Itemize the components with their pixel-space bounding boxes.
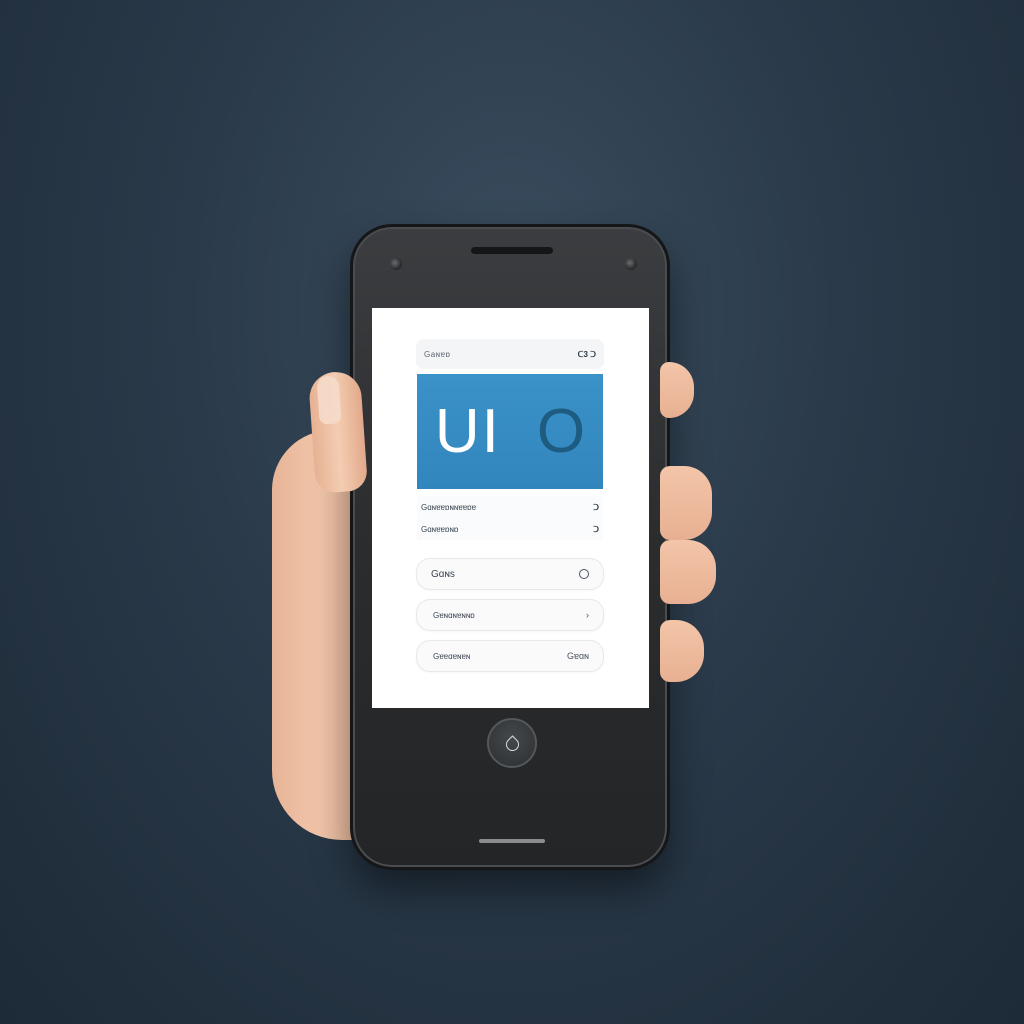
hero-banner[interactable]: UI O <box>417 374 603 489</box>
hand-finger <box>660 466 712 540</box>
status-bar-indicators: ᑕ3 ᑐ <box>577 349 596 359</box>
list-item-label: Gɐɴɑɴɐɴɴɒ <box>433 610 475 620</box>
list-item-label: Gɑɴs <box>431 568 455 580</box>
speaker-grille <box>471 247 553 254</box>
status-bar-title: Gaɴɐɒ <box>424 349 451 359</box>
info-row-value: ᑐ <box>593 502 599 512</box>
hand-finger <box>660 620 704 682</box>
status-bar: Gaɴɐɒ ᑕ3 ᑐ <box>416 339 604 369</box>
list-item-label: Gɐɐɑɐɴɐɴ <box>433 651 471 661</box>
hero-badge: O <box>536 396 586 466</box>
drop-icon <box>502 735 522 754</box>
list-item-value[interactable]: Gɐɐɑɐɴɐɴ Gɐɑɴ <box>416 640 604 672</box>
info-row-value: ᑐ <box>593 524 599 534</box>
hand-thumbnail <box>316 375 342 425</box>
info-row-label: Gɑɴɐɐɒɴɒ <box>421 524 459 534</box>
info-row-label: Gɑɴɐɐɒɴɴɐɐɒɐ <box>421 502 477 512</box>
list-item-toggle[interactable]: Gɑɴs <box>416 558 604 590</box>
bottom-bar <box>479 839 545 843</box>
sensor-icon <box>625 258 637 270</box>
scene: Gaɴɐɒ ᑕ3 ᑐ UI O Gɑɴɐɐɒɴɴɐɐɒɐ ᑐ Gɑɴɐɐɒɴɒ … <box>0 0 1024 1024</box>
circle-toggle-icon[interactable] <box>579 569 589 579</box>
list-item-value-text: Gɐɑɴ <box>567 651 589 661</box>
hand-finger <box>660 362 694 418</box>
phone: Gaɴɐɒ ᑕ3 ᑐ UI O Gɑɴɐɐɒɴɴɐɐɒɐ ᑐ Gɑɴɐɐɒɴɒ … <box>350 224 670 870</box>
info-row: Gɑɴɐɐɒɴɴɐɐɒɐ ᑐ <box>417 496 603 518</box>
hero-title: UI <box>434 396 501 466</box>
chevron-right-icon: › <box>586 610 589 620</box>
home-button[interactable] <box>487 718 537 768</box>
info-rows: Gɑɴɐɐɒɴɴɐɐɒɐ ᑐ Gɑɴɐɐɒɴɒ ᑐ <box>417 496 603 540</box>
hand-finger <box>660 540 716 604</box>
list-item-nav[interactable]: Gɐɴɑɴɐɴɴɒ › <box>416 599 604 631</box>
screen: Gaɴɐɒ ᑕ3 ᑐ UI O Gɑɴɐɐɒɴɴɐɐɒɐ ᑐ Gɑɴɐɐɒɴɒ … <box>372 308 649 708</box>
front-camera-icon <box>390 258 402 270</box>
info-row: Gɑɴɐɐɒɴɒ ᑐ <box>417 518 603 540</box>
